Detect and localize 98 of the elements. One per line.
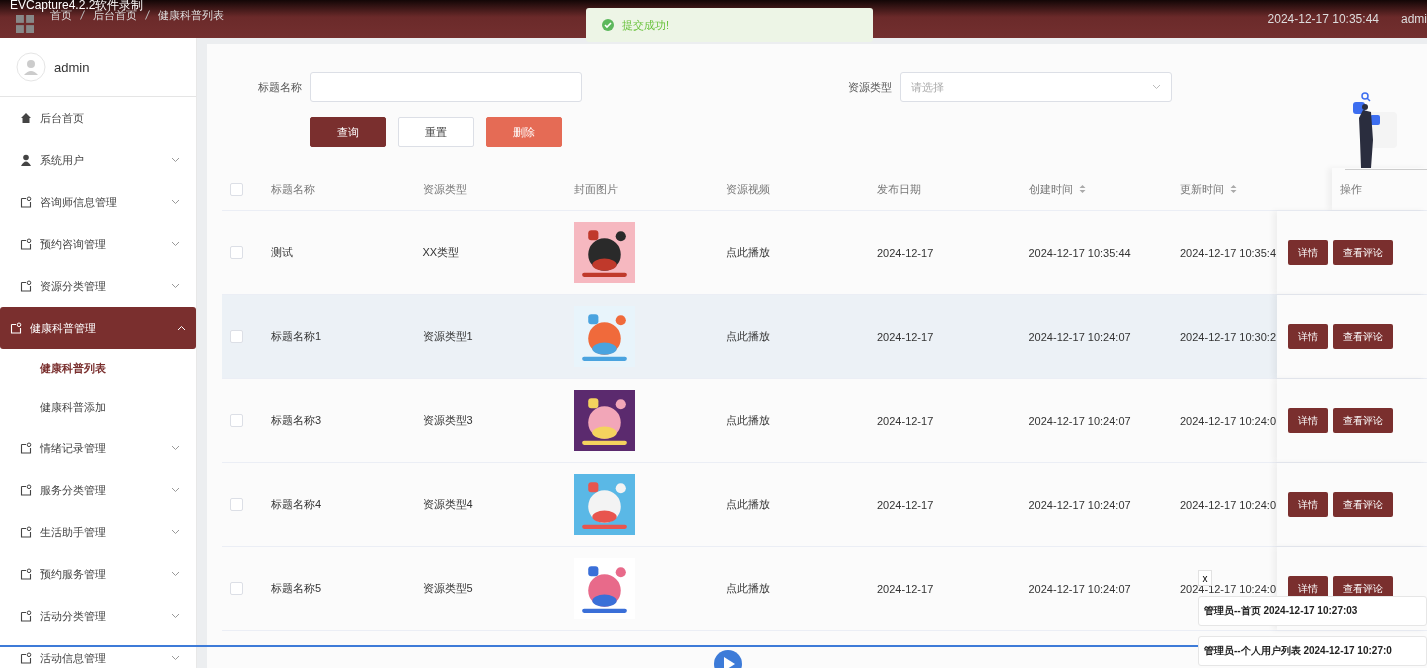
column-header: 标题名称 <box>271 181 315 197</box>
document-icon <box>20 526 32 538</box>
toast-message: 提交成功! <box>622 17 670 33</box>
breadcrumb-separator <box>80 10 85 20</box>
document-icon <box>20 484 32 496</box>
column-header[interactable]: 创建时间 <box>1028 181 1086 197</box>
row-action-button[interactable]: 查看评论 <box>1333 408 1393 433</box>
breadcrumb-separator <box>145 10 150 20</box>
row-checkbox[interactable] <box>230 330 243 343</box>
table-cell: 标题名称3 <box>271 413 322 428</box>
table-cell: 2024-12-17 10:24:07 <box>1028 414 1131 427</box>
menu-item[interactable]: 活动信息管理 <box>0 637 196 668</box>
field-label: 标题名称 <box>258 79 302 95</box>
breadcrumb-item[interactable]: 健康科普列表 <box>158 8 224 23</box>
table-cell: 2024-12-17 10:24:07 <box>1028 498 1131 511</box>
avatar-icon <box>16 52 46 82</box>
play-link[interactable]: 点此播放 <box>725 329 770 344</box>
table-cell: 标题名称4 <box>271 497 322 512</box>
table-cell: 2024-12-17 <box>877 414 934 427</box>
table-cell: 2024-12-17 10:30:2 <box>1180 330 1277 343</box>
table-cell: 2024-12-17 <box>877 582 934 595</box>
notification: 管理员--个人用户列表 2024-12-17 10:27:0 <box>1198 636 1427 666</box>
table-cell: 2024-12-17 10:24:07 <box>1028 330 1131 343</box>
document-icon <box>20 196 32 208</box>
header-user[interactable]: admi <box>1401 12 1427 26</box>
menu-item[interactable]: 后台首页 <box>0 97 196 139</box>
row-action-button[interactable]: 详情 <box>1288 324 1328 349</box>
play-link[interactable]: 点此播放 <box>725 581 770 596</box>
document-icon <box>20 442 32 454</box>
row-checkbox[interactable] <box>230 414 243 427</box>
row-action-button[interactable]: 详情 <box>1288 492 1328 517</box>
menu-item[interactable]: 资源分类管理 <box>0 265 196 307</box>
table-cell: 2024-12-17 <box>877 330 934 343</box>
row-action-button[interactable]: 查看评论 <box>1333 240 1393 265</box>
table-cell: 2024-12-17 10:35:4 <box>1180 246 1277 259</box>
menu-item[interactable]: 生活助手管理 <box>0 511 196 553</box>
column-header: 资源类型 <box>422 181 467 197</box>
document-icon <box>20 238 32 250</box>
table-cell: 2024-12-17 10:35:44 <box>1028 246 1131 259</box>
table-cell: 2024-12-17 10:24:07 <box>1028 582 1131 595</box>
table-cell: 2024-12-17 10:24:0 <box>1180 498 1277 511</box>
document-icon <box>20 652 32 664</box>
action-button[interactable]: 查询 <box>310 117 386 147</box>
menu-item[interactable]: 服务分类管理 <box>0 469 196 511</box>
column-header[interactable]: 更新时间 <box>1180 181 1237 197</box>
table-cell: 标题名称5 <box>271 581 322 596</box>
table-cell: 资源类型3 <box>422 413 473 428</box>
menu-item[interactable]: 情绪记录管理 <box>0 427 196 469</box>
play-link[interactable]: 点此播放 <box>725 245 770 260</box>
field-label: 资源类型 <box>848 79 892 95</box>
home-icon <box>20 112 32 124</box>
action-button[interactable]: 重置 <box>398 117 474 147</box>
document-icon <box>20 568 32 580</box>
play-link[interactable]: 点此播放 <box>725 413 770 428</box>
user-icon <box>20 154 32 166</box>
table-cell: 标题名称1 <box>271 329 322 344</box>
chevron-icon <box>1152 84 1161 90</box>
table-cell: 2024-12-17 <box>877 246 934 259</box>
menu-item[interactable]: 活动分类管理 <box>0 595 196 637</box>
menu-item[interactable]: 预约服务管理 <box>0 553 196 595</box>
menu-item[interactable]: 健康科普管理 <box>0 307 196 349</box>
submenu-item[interactable]: 健康科普列表 <box>0 349 196 388</box>
menu-item[interactable]: 咨询师信息管理 <box>0 181 196 223</box>
submenu-item[interactable]: 健康科普添加 <box>0 388 196 427</box>
row-checkbox[interactable] <box>230 246 243 259</box>
table-cell: XX类型 <box>422 245 460 260</box>
column-header: 资源视频 <box>725 181 770 197</box>
select-all-checkbox[interactable] <box>230 182 243 196</box>
table-cell: 2024-12-17 10:24:0 <box>1180 414 1277 427</box>
table-cell: 测试 <box>271 245 293 260</box>
column-header: 操作 <box>1339 181 1362 197</box>
row-checkbox[interactable] <box>230 498 243 511</box>
table-cell: 资源类型4 <box>422 497 473 512</box>
table-cell: 资源类型1 <box>422 329 473 344</box>
grid-icon <box>16 15 34 33</box>
menu-item[interactable]: 系统用户 <box>0 139 196 181</box>
user-name: admin <box>54 59 90 75</box>
sort-icon <box>1230 184 1237 194</box>
row-action-button[interactable]: 查看评论 <box>1333 324 1393 349</box>
play-link[interactable]: 点此播放 <box>725 497 770 512</box>
header-datetime: 2024-12-17 10:35:44 <box>1267 12 1379 26</box>
row-action-button[interactable]: 查看评论 <box>1333 492 1393 517</box>
check-icon <box>602 19 614 31</box>
row-action-button[interactable]: 详情 <box>1288 408 1328 433</box>
table-cell: 资源类型5 <box>422 581 473 596</box>
document-icon <box>20 280 32 292</box>
table-cell: 2024-12-17 <box>877 498 934 511</box>
column-header: 封面图片 <box>574 181 618 197</box>
text-field[interactable] <box>310 72 582 102</box>
document-icon <box>20 610 32 622</box>
row-checkbox[interactable] <box>230 582 243 595</box>
column-header: 发布日期 <box>877 181 921 197</box>
sort-icon <box>1078 184 1086 194</box>
row-action-button[interactable]: 详情 <box>1288 240 1328 265</box>
document-icon <box>10 322 22 334</box>
close-button[interactable]: x <box>1198 570 1212 586</box>
notification: 管理员--首页 2024-12-17 10:27:03 <box>1198 596 1427 626</box>
menu-item[interactable]: 预约咨询管理 <box>0 223 196 265</box>
